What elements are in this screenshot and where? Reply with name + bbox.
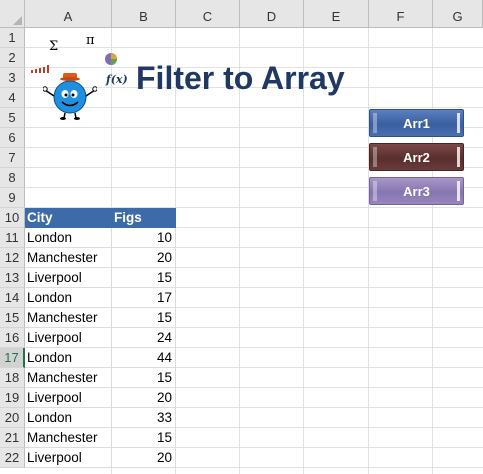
fx-icon: f(x) (106, 73, 128, 86)
mr-man-icon (43, 73, 97, 120)
table-cell-city[interactable]: Manchester (25, 368, 112, 388)
table-cell-city[interactable]: Liverpool (25, 328, 112, 348)
pie-icon (105, 53, 117, 65)
table-cell-city[interactable]: Manchester (25, 428, 112, 448)
table-cell-figs[interactable]: 24 (112, 328, 176, 348)
table-cell-city[interactable]: London (25, 408, 112, 428)
table-cell-figs[interactable]: 44 (112, 348, 176, 368)
row-header-2[interactable]: 2 (0, 48, 25, 68)
row-header-18[interactable]: 18 (0, 368, 25, 388)
column-header-d[interactable]: D (240, 0, 304, 28)
row-header-6[interactable]: 6 (0, 128, 25, 148)
row-header-3[interactable]: 3 (0, 68, 25, 88)
table-cell-figs[interactable]: 15 (112, 428, 176, 448)
table-cell-city[interactable]: London (25, 288, 112, 308)
arr1-button[interactable]: Arr1 (369, 109, 464, 137)
table-header-city[interactable]: City (25, 208, 112, 228)
table-cell-figs[interactable]: 15 (112, 368, 176, 388)
table-cell-city[interactable]: London (25, 348, 112, 368)
arr3-button-label: Arr3 (403, 184, 430, 199)
row-header-15[interactable]: 15 (0, 308, 25, 328)
row-header-21[interactable]: 21 (0, 428, 25, 448)
table-cell-figs[interactable]: 33 (112, 408, 176, 428)
table-cell-city[interactable]: Liverpool (25, 448, 112, 468)
pi-icon: π (86, 33, 95, 48)
row-header-14[interactable]: 14 (0, 288, 25, 308)
arr2-button[interactable]: Arr2 (369, 143, 464, 171)
table-cell-figs[interactable]: 10 (112, 228, 176, 248)
column-header-b[interactable]: B (112, 0, 176, 28)
row-header-17[interactable]: 17 (0, 348, 25, 368)
row-header-16[interactable]: 16 (0, 328, 25, 348)
table-cell-city[interactable]: Liverpool (25, 388, 112, 408)
row-header-13[interactable]: 13 (0, 268, 25, 288)
row-header-22[interactable]: 22 (0, 448, 25, 468)
column-header-c[interactable]: C (176, 0, 240, 28)
select-all-corner[interactable] (0, 0, 25, 28)
column-header-e[interactable]: E (304, 0, 369, 28)
table-cell-figs[interactable]: 20 (112, 248, 176, 268)
row-header-20[interactable]: 20 (0, 408, 25, 428)
spreadsheet: ABCDEFG 1 2 3 4 5 6 7 8 9 10 11 12 13 14 15 16 17 18 19 20 2… (0, 0, 483, 474)
row-header-9[interactable]: 9 (0, 188, 25, 208)
table-cell-city[interactable]: London (25, 228, 112, 248)
row-header-10[interactable]: 10 (0, 208, 25, 228)
row-header-8[interactable]: 8 (0, 168, 25, 188)
table-cell-figs[interactable]: 15 (112, 268, 176, 288)
row-header-11[interactable]: 11 (0, 228, 25, 248)
table-cell-figs[interactable]: 15 (112, 308, 176, 328)
arr2-button-label: Arr2 (403, 150, 430, 165)
arr3-button[interactable]: Arr3 (369, 177, 464, 205)
table-cell-city[interactable]: Liverpool (25, 268, 112, 288)
column-header-g[interactable]: G (433, 0, 483, 28)
table-cell-figs[interactable]: 20 (112, 448, 176, 468)
table-cell-figs[interactable]: 20 (112, 388, 176, 408)
row-header-1[interactable]: 1 (0, 28, 25, 48)
column-header-a[interactable]: A (25, 0, 112, 28)
row-header-7[interactable]: 7 (0, 148, 25, 168)
row-header-5[interactable]: 5 (0, 108, 25, 128)
page-title: Filter to Array (136, 60, 345, 96)
table-cell-city[interactable]: Manchester (25, 308, 112, 328)
row-header-12[interactable]: 12 (0, 248, 25, 268)
arr1-button-label: Arr1 (403, 116, 430, 131)
column-header-f[interactable]: F (369, 0, 433, 28)
row-header-4[interactable]: 4 (0, 88, 25, 108)
sigma-icon: Σ (49, 39, 59, 54)
table-cell-city[interactable]: Manchester (25, 248, 112, 268)
table-cell-figs[interactable]: 17 (112, 288, 176, 308)
row-header-19[interactable]: 19 (0, 388, 25, 408)
table-header-figs[interactable]: Figs (112, 208, 176, 228)
